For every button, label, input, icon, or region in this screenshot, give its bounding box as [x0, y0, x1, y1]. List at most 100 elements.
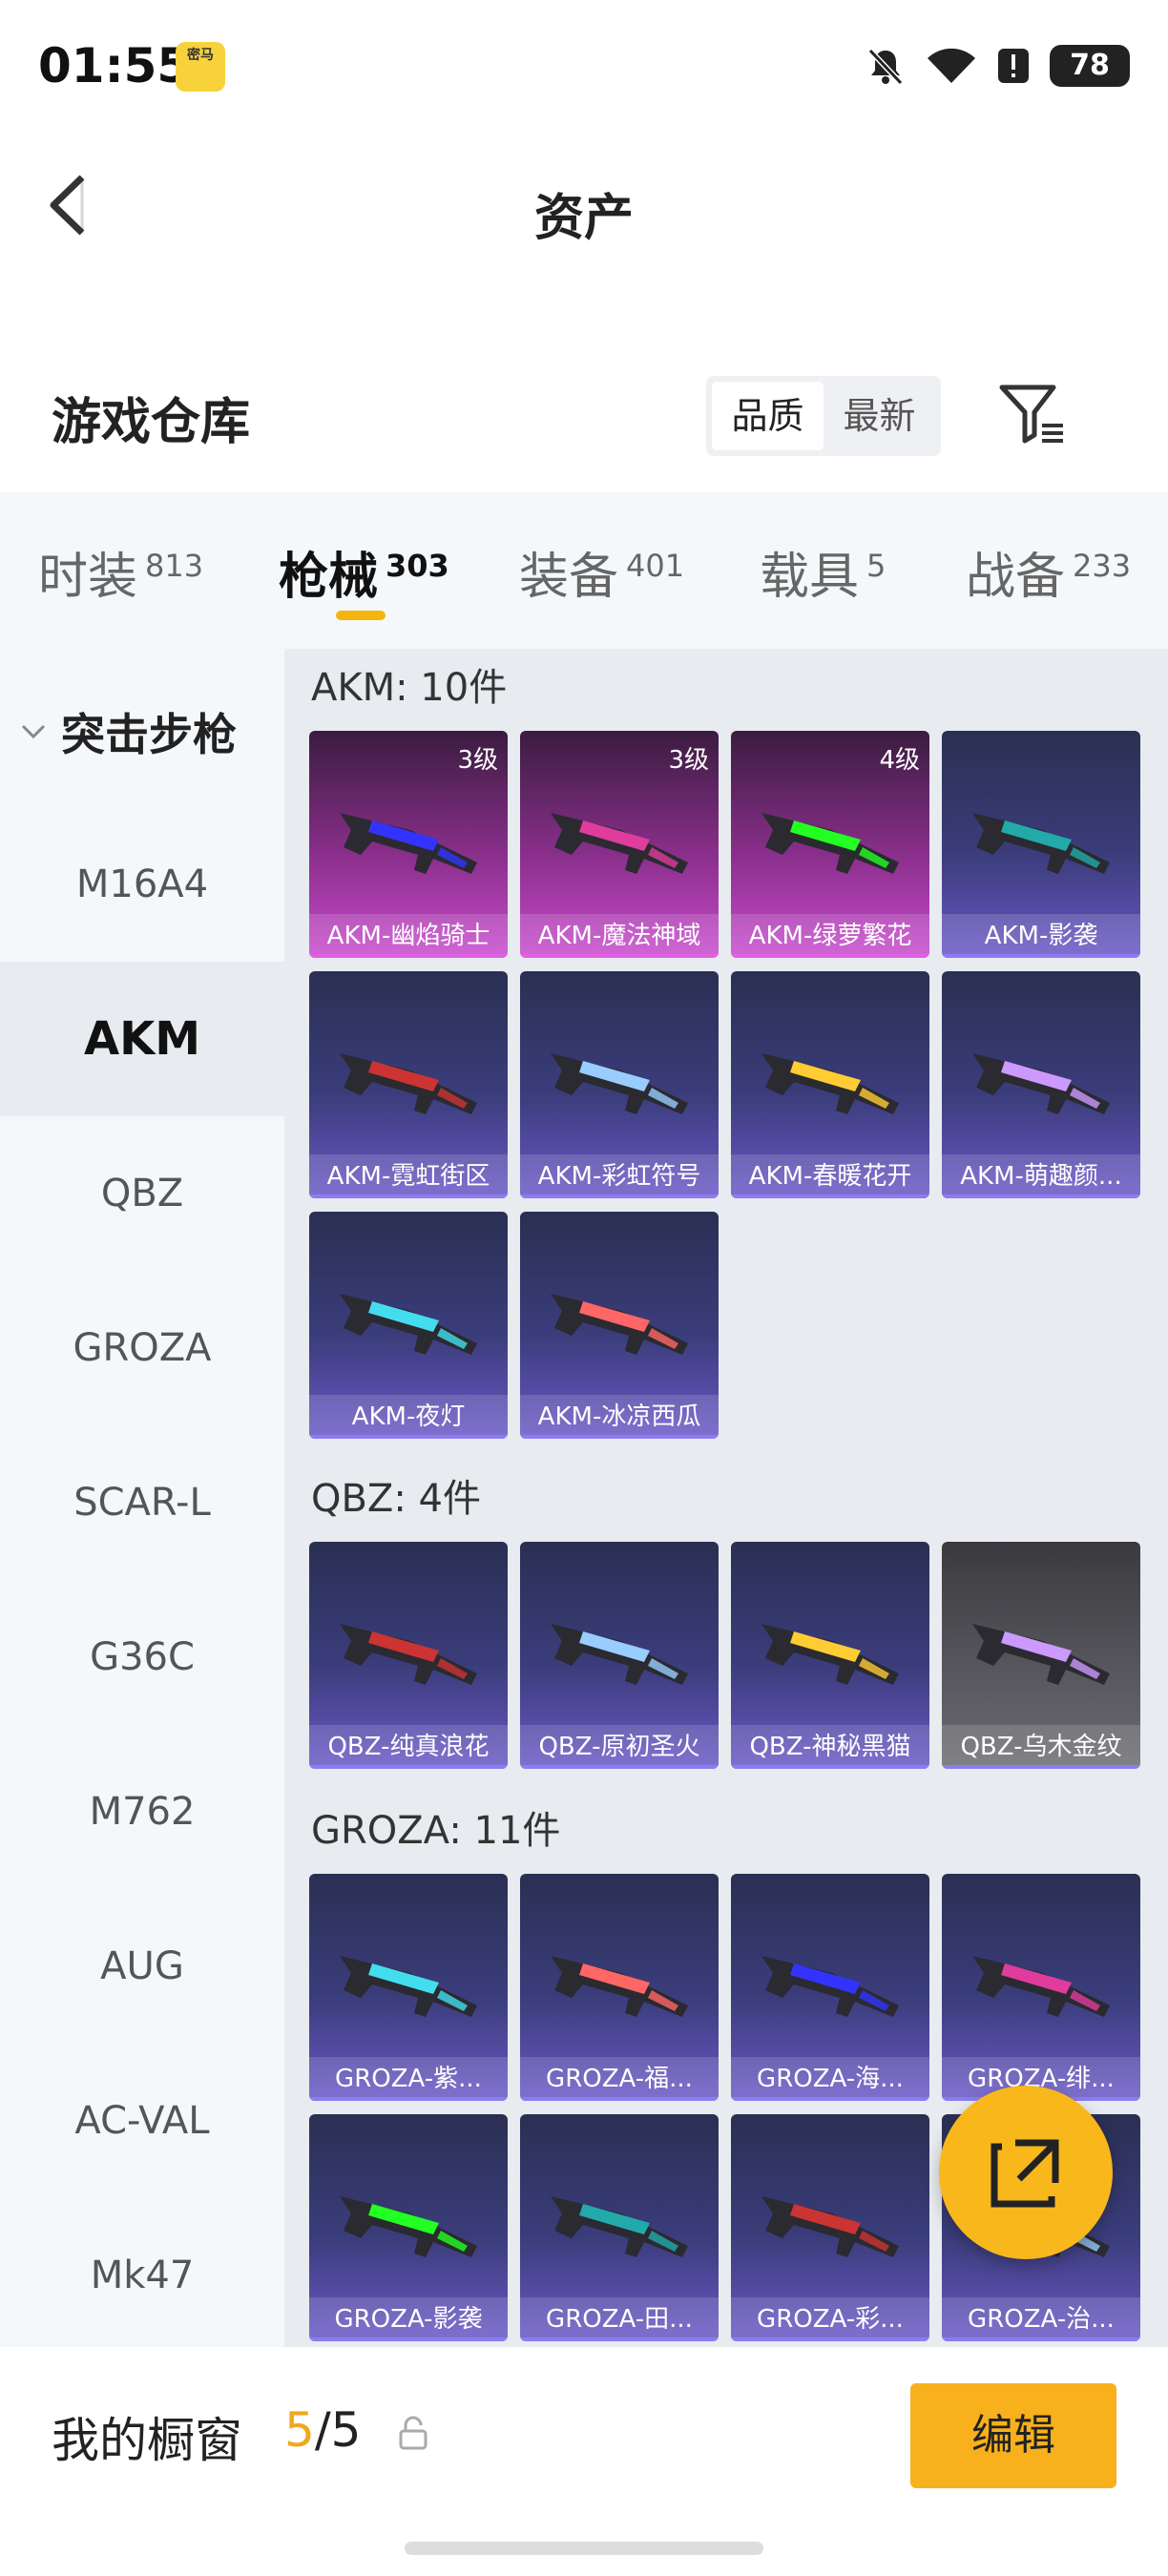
gun-skin-icon	[551, 2196, 688, 2257]
share-button[interactable]	[939, 2086, 1113, 2259]
skin-card[interactable]: QBZ-神秘黑猫	[731, 1542, 929, 1769]
sidebar-item-qbz[interactable]: QBZ	[0, 1116, 284, 1271]
lock-icon	[399, 2416, 428, 2450]
gun-skin-icon	[340, 1294, 477, 1355]
sidebar-category[interactable]: 突击步枪	[19, 700, 237, 763]
sidebar-item-m762[interactable]: M762	[0, 1735, 284, 1889]
skin-card[interactable]: 3级 AKM-魔法神域	[520, 731, 719, 958]
alert-icon	[998, 49, 1029, 83]
sidebar-item-groza[interactable]: GROZA	[0, 1271, 284, 1425]
skin-card[interactable]: GROZA-紫...	[309, 1874, 508, 2101]
rarity-bar	[309, 1435, 508, 1439]
gun-skin-icon	[340, 1624, 477, 1685]
skin-card[interactable]: AKM-彩虹符号	[520, 971, 719, 1198]
skin-card[interactable]: GROZA-海...	[731, 1874, 929, 2101]
rarity-bar	[309, 1195, 508, 1198]
section-title: 游戏仓库	[52, 394, 251, 451]
skin-level-badge: 4级	[879, 746, 920, 775]
skin-card[interactable]: GROZA-田...	[520, 2114, 719, 2341]
sidebar-item-m16a4[interactable]: M16A4	[0, 807, 284, 962]
skin-level-badge: 3级	[668, 746, 709, 775]
gun-skin-icon	[761, 1956, 899, 2017]
active-tab-indicator	[336, 611, 386, 620]
sidebar-item-mk47[interactable]: Mk47	[0, 2198, 284, 2353]
tab-vehicles[interactable]: 载具 5	[760, 536, 886, 608]
skin-name: AKM-萌趣颜...	[942, 1154, 1140, 1198]
sidebar-item-scar-l[interactable]: SCAR-L	[0, 1425, 284, 1580]
page-title: 资产	[533, 190, 634, 247]
skin-card[interactable]: AKM-冰凉西瓜	[520, 1212, 719, 1439]
rarity-bar	[520, 2097, 719, 2101]
rarity-bar	[309, 954, 508, 958]
rarity-bar	[520, 1435, 719, 1439]
skin-name: GROZA-田...	[520, 2297, 719, 2341]
sidebar-item-akm[interactable]: AKM	[0, 962, 284, 1116]
skin-card[interactable]: QBZ-原初圣火	[520, 1542, 719, 1769]
skin-name: GROZA-福...	[520, 2057, 719, 2101]
rarity-bar	[309, 1765, 508, 1769]
gun-skin-icon	[972, 1624, 1110, 1685]
skin-level-badge: 3级	[457, 746, 498, 775]
skin-name: AKM-冰凉西瓜	[520, 1395, 719, 1439]
skin-card[interactable]: AKM-春暖花开	[731, 971, 929, 1198]
tab-fashion[interactable]: 时装 813	[38, 536, 203, 608]
skin-name: QBZ-乌木金纹	[942, 1725, 1140, 1769]
tab-supplies[interactable]: 战备 233	[966, 536, 1131, 608]
skin-card[interactable]: GROZA-影袭	[309, 2114, 508, 2341]
edit-button[interactable]: 编辑	[910, 2383, 1116, 2488]
skin-card[interactable]: GROZA-绯...	[942, 1874, 1140, 2101]
skin-card[interactable]: GROZA-彩...	[731, 2114, 929, 2341]
skin-name: GROZA-彩...	[731, 2297, 929, 2341]
group-title-groza: GROZA: 11件	[311, 1809, 561, 1853]
showcase-count: 5/5	[284, 2402, 362, 2458]
skin-card[interactable]: GROZA-福...	[520, 1874, 719, 2101]
gun-skin-icon	[551, 813, 688, 874]
group-title-qbz: QBZ: 4件	[311, 1477, 481, 1521]
gun-skin-icon	[972, 813, 1110, 874]
home-indicator	[405, 2542, 763, 2555]
mute-bell-icon	[867, 48, 904, 86]
tab-guns[interactable]: 枪械 303	[279, 536, 449, 608]
skin-card[interactable]: AKM-萌趣颜...	[942, 971, 1140, 1198]
skin-name: AKM-影袭	[942, 914, 1140, 958]
battery-indicator: 78	[1050, 45, 1130, 87]
skin-card[interactable]: QBZ-乌木金纹	[942, 1542, 1140, 1769]
skin-name: AKM-夜灯	[309, 1395, 508, 1439]
sidebar-item-aug[interactable]: AUG	[0, 1889, 284, 2044]
skin-card[interactable]: AKM-夜灯	[309, 1212, 508, 1439]
status-time: 01:55	[38, 38, 191, 93]
gun-skin-icon	[761, 2196, 899, 2257]
skin-card[interactable]: QBZ-纯真浪花	[309, 1542, 508, 1769]
skin-name: GROZA-海...	[731, 2057, 929, 2101]
gun-skin-icon	[761, 813, 899, 874]
rarity-bar	[309, 2337, 508, 2341]
share-icon	[991, 2139, 1059, 2208]
filter-icon[interactable]	[998, 382, 1067, 448]
sort-quality-button[interactable]: 品质	[712, 382, 824, 450]
skin-name: GROZA-紫...	[309, 2057, 508, 2101]
group-title-akm: AKM: 10件	[311, 666, 508, 710]
skin-name: AKM-绿萝繁花	[731, 914, 929, 958]
sidebar-item-g36c[interactable]: G36C	[0, 1580, 284, 1735]
gun-skin-icon	[551, 1294, 688, 1355]
skin-name: AKM-春暖花开	[731, 1154, 929, 1198]
skin-name: GROZA-治...	[942, 2297, 1140, 2341]
rarity-bar	[520, 2337, 719, 2341]
skin-card[interactable]: 4级 AKM-绿萝繁花	[731, 731, 929, 958]
rarity-bar	[731, 1765, 929, 1769]
status-bar: 01:55 密马 78	[0, 0, 1168, 134]
skin-card[interactable]: AKM-霓虹街区	[309, 971, 508, 1198]
status-icons: 78	[865, 42, 1130, 90]
sort-newest-button[interactable]: 最新	[824, 382, 935, 450]
rarity-bar	[731, 954, 929, 958]
gun-skin-icon	[551, 1053, 688, 1114]
skin-name: QBZ-原初圣火	[520, 1725, 719, 1769]
rarity-bar	[942, 2337, 1140, 2341]
skin-card[interactable]: AKM-影袭	[942, 731, 1140, 958]
gun-skin-icon	[972, 1956, 1110, 2017]
gun-skin-icon	[761, 1624, 899, 1685]
tab-equipment[interactable]: 装备 401	[519, 536, 684, 608]
skin-card[interactable]: 3级 AKM-幽焰骑士	[309, 731, 508, 958]
gun-skin-icon	[340, 1053, 477, 1114]
sidebar-item-ac-val[interactable]: AC-VAL	[0, 2044, 284, 2198]
